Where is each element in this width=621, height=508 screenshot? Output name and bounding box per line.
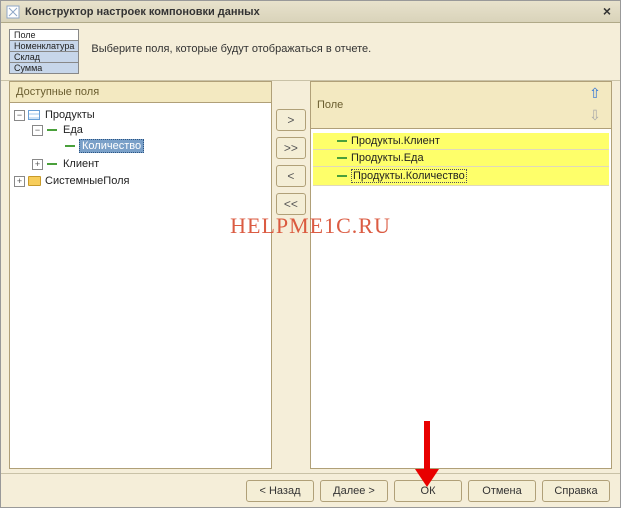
selected-fields-label: Поле	[317, 99, 579, 111]
table-icon	[27, 109, 41, 121]
transfer-buttons: > >> < <<	[276, 81, 306, 469]
folder-icon	[27, 175, 41, 187]
cancel-button[interactable]: Отмена	[468, 480, 536, 502]
window: Конструктор настроек компоновки данных ×…	[0, 0, 621, 508]
tree-node-products[interactable]: − Продукты	[12, 108, 269, 122]
legend-row: Склад	[10, 52, 79, 63]
move-up-button[interactable]: ⇧	[587, 86, 603, 102]
expand-icon[interactable]: +	[32, 159, 43, 170]
top-area: Поле Номенклатура Склад Сумма Выберите п…	[1, 23, 620, 81]
field-icon	[337, 157, 347, 159]
list-item[interactable]: Продукты.Клиент	[313, 133, 609, 150]
next-button[interactable]: Далее >	[320, 480, 388, 502]
expand-icon[interactable]: +	[14, 176, 25, 187]
legend-field: Поле	[10, 30, 79, 41]
footer: < Назад Далее > ОК Отмена Справка	[1, 473, 620, 507]
remove-one-button[interactable]: <	[276, 165, 306, 187]
field-icon	[337, 140, 347, 142]
collapse-icon[interactable]: −	[32, 125, 43, 136]
legend-table: Поле Номенклатура Склад Сумма	[9, 29, 79, 74]
list-item[interactable]: Продукты.Количество	[313, 167, 609, 186]
legend-row: Номенклатура	[10, 41, 79, 52]
titlebar: Конструктор настроек компоновки данных ×	[1, 1, 620, 23]
move-down-button[interactable]: ⇩	[587, 108, 603, 124]
available-fields-tree[interactable]: − Продукты − Еда	[10, 103, 271, 468]
content: Поле Номенклатура Склад Сумма Выберите п…	[1, 23, 620, 507]
close-button[interactable]: ×	[598, 4, 616, 20]
hint-text: Выберите поля, которые будут отображатьс…	[91, 29, 371, 55]
selected-fields-header: Поле ⇧ ⇩	[311, 82, 611, 129]
selected-fields-list[interactable]: Продукты.Клиент Продукты.Еда Продукты.Ко…	[311, 129, 611, 468]
add-all-button[interactable]: >>	[276, 137, 306, 159]
list-item[interactable]: Продукты.Еда	[313, 150, 609, 167]
tree-node-quantity[interactable]: + Количество	[48, 138, 269, 154]
reorder-controls: ⇧ ⇩	[587, 86, 605, 124]
collapse-icon[interactable]: −	[14, 110, 25, 121]
body: Доступные поля − Продукты	[1, 81, 620, 473]
app-icon	[5, 4, 21, 20]
field-icon	[45, 158, 59, 170]
add-one-button[interactable]: >	[276, 109, 306, 131]
field-icon	[45, 124, 59, 136]
available-fields-header: Доступные поля	[10, 82, 271, 103]
field-icon	[337, 175, 347, 177]
back-button[interactable]: < Назад	[246, 480, 314, 502]
available-fields-panel: Доступные поля − Продукты	[9, 81, 272, 469]
help-button[interactable]: Справка	[542, 480, 610, 502]
window-title: Конструктор настроек компоновки данных	[25, 6, 598, 18]
tree-node-system-fields[interactable]: + СистемныеПоля	[12, 174, 269, 188]
tree-node-client[interactable]: + Клиент	[30, 157, 269, 171]
field-icon	[63, 140, 77, 152]
legend-row: Сумма	[10, 63, 79, 74]
tree-node-food[interactable]: − Еда	[30, 123, 269, 137]
ok-button[interactable]: ОК	[394, 480, 462, 502]
selected-fields-panel: Поле ⇧ ⇩ Продукты.Клиент Продукты.Еда	[310, 81, 612, 469]
remove-all-button[interactable]: <<	[276, 193, 306, 215]
